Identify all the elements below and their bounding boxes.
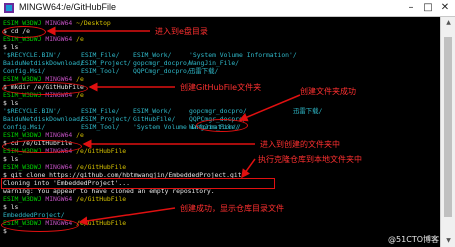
annotation-clone: 执行克隆仓库到本地文件夹中: [258, 155, 362, 164]
arrow-embeddedproject: [78, 207, 176, 226]
annotation-dir-created: 创建文件夹成功: [300, 87, 356, 96]
annotation-cd-e: 进入到e盘目录: [155, 27, 208, 36]
watermark: @51CTO博客: [388, 235, 439, 244]
annotation-clone-success: 创建成功，显示仓库目录文件: [180, 204, 284, 213]
annotation-enter-dir: 进入到创建的文件夹中: [260, 140, 340, 149]
annotation-mkdir: 创建GitHubFile文件夹: [180, 83, 262, 92]
arrow-git-clone: [241, 158, 256, 179]
arrow-githubfile-dir: [238, 94, 301, 122]
terminal-window: MINGW64:/e/GitHubFile – □ ✕ ESIM_W3DWJ M…: [0, 0, 455, 247]
